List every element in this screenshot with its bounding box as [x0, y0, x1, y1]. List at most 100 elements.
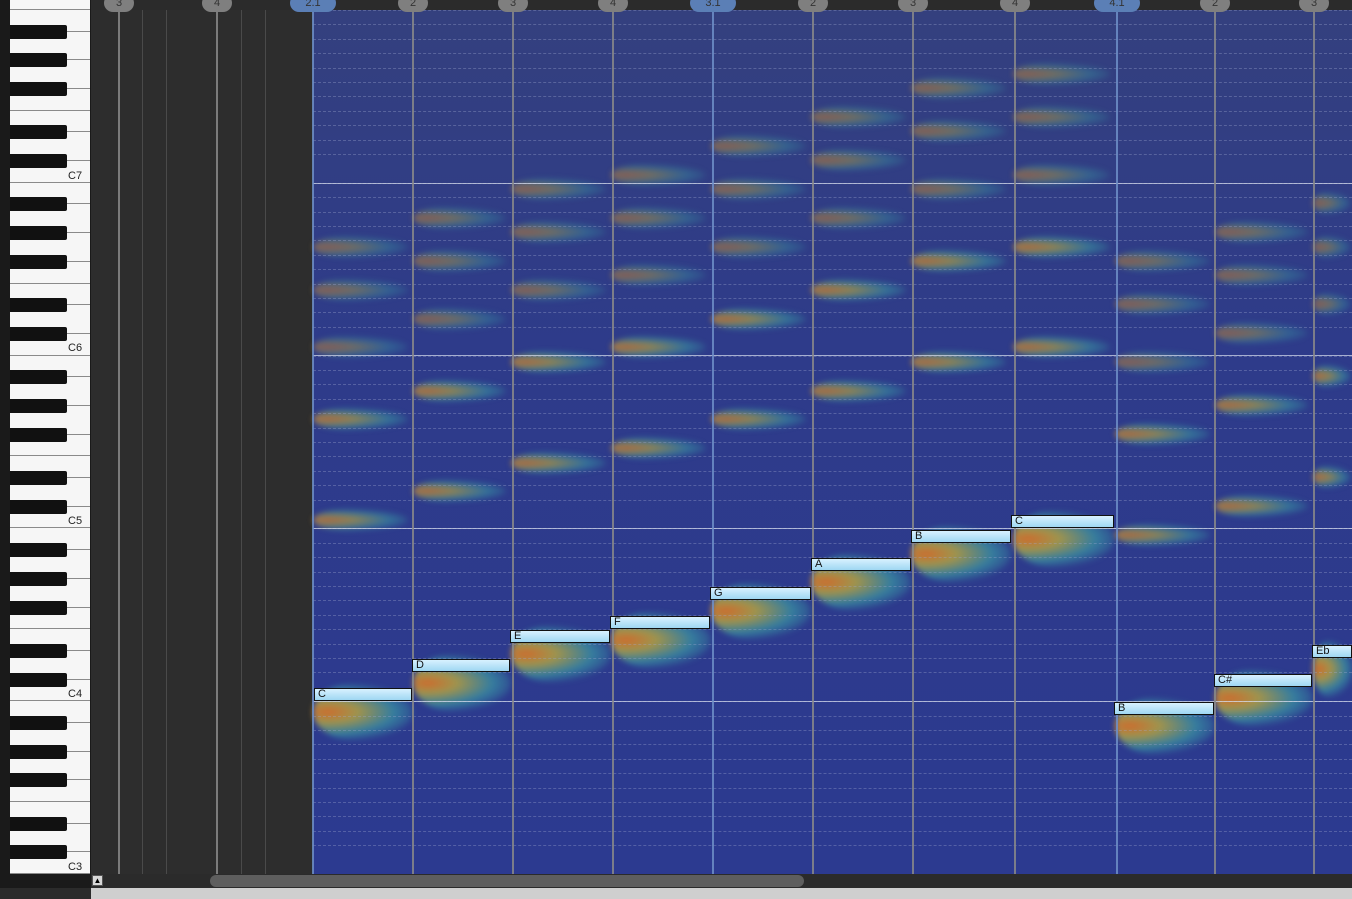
ruler-beat-marker[interactable]: 4 [202, 0, 232, 12]
beat-line [118, 0, 120, 874]
octave-label: C7 [68, 169, 83, 182]
semitone-line [313, 672, 1352, 674]
piano-keyboard[interactable]: C3 C4 C5 C6 C7 [0, 0, 91, 888]
semitone-line [313, 830, 1352, 832]
note-block[interactable]: B [1114, 702, 1214, 716]
beat-line [612, 0, 614, 874]
semitone-line [313, 499, 1352, 501]
piano-black-key[interactable] [10, 672, 67, 687]
piano-black-key[interactable] [10, 226, 67, 241]
semitone-line [313, 787, 1352, 789]
piano-black-key[interactable] [10, 82, 67, 97]
semitone-line [313, 269, 1352, 271]
semitone-line [313, 802, 1352, 803]
semitone-line [313, 283, 1352, 285]
ruler-beat-marker[interactable]: 4 [1000, 0, 1030, 12]
ruler-beat-marker[interactable]: 4.1 [1094, 0, 1140, 12]
ruler-beat-marker[interactable]: 2 [1200, 0, 1230, 12]
semitone-line [313, 758, 1352, 760]
piano-roll-grid[interactable] [91, 0, 1352, 874]
semitone-line [313, 254, 1352, 256]
piano-black-key[interactable] [10, 816, 67, 831]
octave-label: C5 [68, 515, 83, 528]
piano-black-key[interactable] [10, 125, 67, 140]
beat-line [216, 0, 218, 874]
note-block[interactable]: G [710, 587, 811, 601]
piano-black-key[interactable] [10, 543, 67, 557]
beat-line [1313, 0, 1315, 874]
note-block[interactable]: C [314, 688, 412, 701]
semitone-line [313, 226, 1352, 227]
semitone-line [313, 312, 1352, 314]
ruler-beat-marker[interactable]: 2.1 [290, 0, 336, 12]
semitone-line [313, 427, 1352, 429]
semitone-line [313, 96, 1352, 98]
piano-black-key[interactable] [10, 327, 67, 341]
piano-black-key[interactable] [10, 24, 67, 39]
sub-beat-line [241, 0, 242, 874]
piano-black-key[interactable] [10, 715, 67, 730]
semitone-line [313, 470, 1352, 472]
piano-black-key[interactable] [10, 773, 67, 788]
ruler-beat-marker[interactable]: 3 [898, 0, 928, 12]
semitone-line [313, 442, 1352, 443]
semitone-line [313, 398, 1352, 400]
piano-black-key[interactable] [10, 399, 67, 413]
ruler-beat-marker[interactable]: 2 [398, 0, 428, 12]
piano-black-key[interactable] [10, 744, 67, 759]
piano-black-key[interactable] [10, 845, 67, 860]
note-block[interactable]: B [911, 529, 1011, 543]
note-block[interactable]: F [610, 616, 710, 629]
note-block[interactable]: C [1011, 515, 1114, 529]
spectral-harmonic [1215, 322, 1309, 344]
semitone-line [313, 730, 1352, 731]
ruler-beat-marker[interactable]: 3 [104, 0, 134, 12]
note-block[interactable]: A [811, 558, 911, 572]
beat-line [1116, 0, 1118, 874]
semitone-line [313, 586, 1352, 587]
semitone-line [313, 629, 1352, 631]
semitone-line [313, 211, 1352, 213]
semitone-line [313, 485, 1352, 487]
piano-black-key[interactable] [10, 370, 67, 385]
note-block[interactable]: D [412, 659, 510, 673]
semitone-line [313, 298, 1352, 299]
beat-line [312, 0, 314, 874]
ruler-beat-marker[interactable]: 4 [598, 0, 628, 12]
octave-line [313, 355, 1352, 357]
semitone-line [313, 370, 1352, 371]
piano-white-key[interactable] [10, 0, 90, 10]
sub-beat-line [142, 0, 143, 874]
octave-label: C4 [68, 688, 83, 700]
semitone-line [313, 240, 1352, 242]
piano-black-key[interactable] [10, 427, 67, 442]
semitone-line [313, 82, 1352, 83]
piano-black-key[interactable] [10, 298, 67, 313]
piano-black-key[interactable] [10, 154, 67, 169]
semitone-line [313, 715, 1352, 717]
piano-black-key[interactable] [10, 600, 67, 615]
scroll-corner-icon[interactable]: ▲ [92, 875, 103, 886]
scrollbar-thumb[interactable] [210, 875, 804, 887]
note-block[interactable]: C# [1214, 673, 1312, 687]
note-block[interactable]: E [510, 630, 610, 644]
ruler-beat-marker[interactable]: 3 [498, 0, 528, 12]
piano-black-key[interactable] [10, 499, 67, 514]
timeline-ruler[interactable]: 3 4 2.1 2 3 4 3.1 2 3 4 4.1 2 3 [91, 0, 1352, 12]
piano-black-key[interactable] [10, 471, 67, 485]
note-block[interactable]: Eb [1312, 644, 1352, 658]
piano-black-key[interactable] [10, 571, 67, 586]
horizontal-scrollbar[interactable] [91, 874, 1352, 888]
beat-line [1014, 0, 1016, 874]
piano-black-key[interactable] [10, 255, 67, 269]
beat-line [512, 0, 514, 874]
beat-line [412, 0, 414, 874]
piano-black-key[interactable] [10, 197, 67, 212]
piano-black-key[interactable] [10, 53, 67, 68]
ruler-beat-marker[interactable]: 3 [1299, 0, 1329, 12]
sub-beat-line [166, 0, 167, 874]
semitone-line [313, 456, 1352, 458]
piano-black-key[interactable] [10, 643, 67, 658]
ruler-beat-marker[interactable]: 3.1 [690, 0, 736, 12]
ruler-beat-marker[interactable]: 2 [798, 0, 828, 12]
